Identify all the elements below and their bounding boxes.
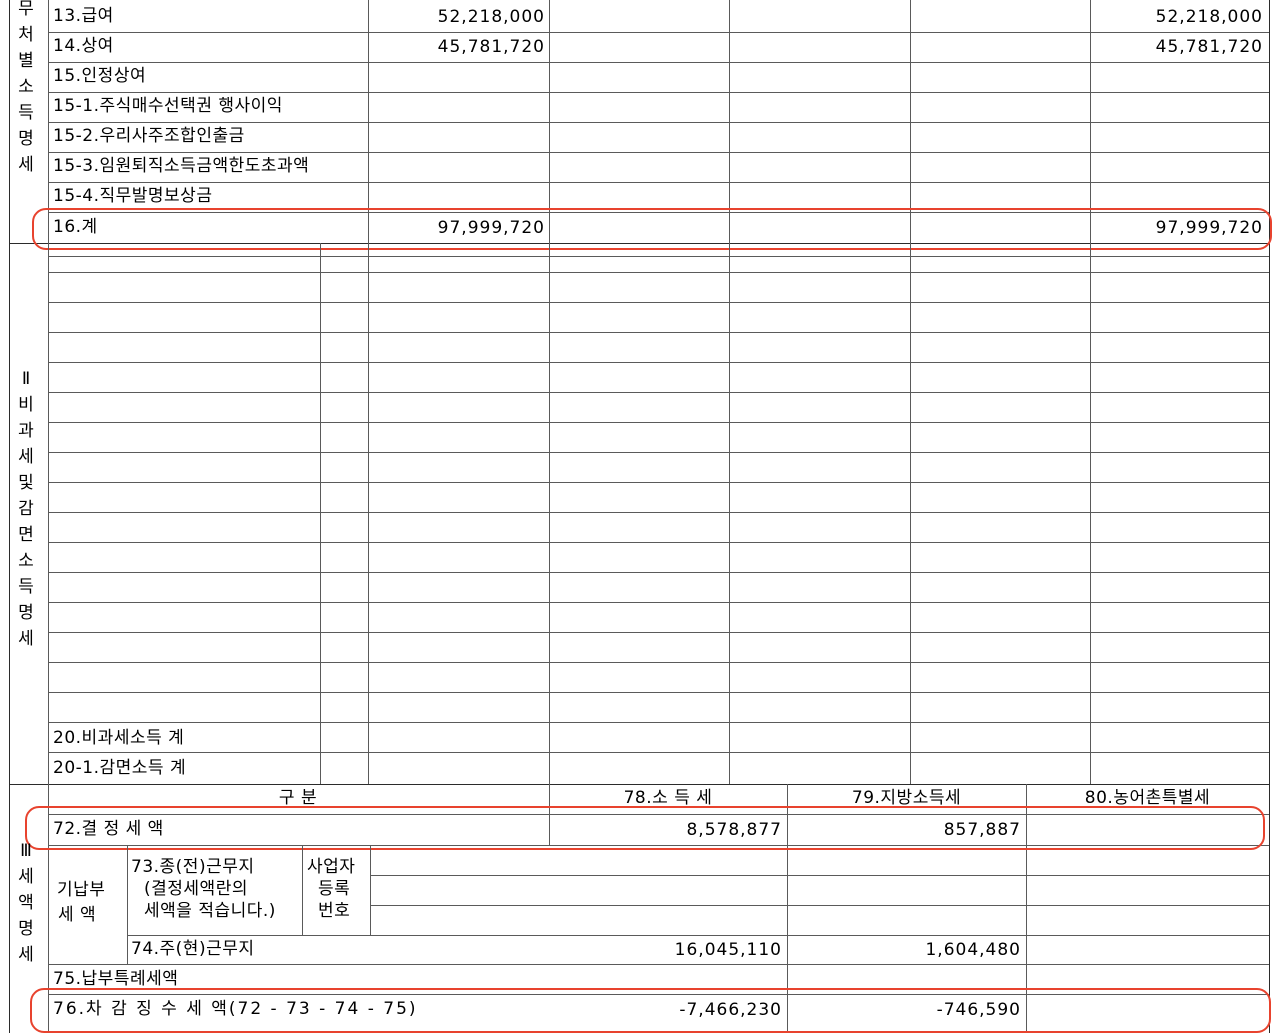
highlight-row-72 (25, 806, 1265, 850)
section1-vertical-label: 무 처 별 소 득 명 세 (15, 0, 37, 178)
row-73-biz-3: 번호 (318, 900, 350, 922)
highlight-row-16 (32, 208, 1272, 250)
row-13-total: 52,218,000 (1094, 6, 1263, 28)
row-74-v78: 16,045,110 (553, 939, 782, 961)
left-border (9, 0, 10, 1033)
row-73-biz-1: 사업자 (307, 856, 355, 878)
row-73-label-3: 세액을 적습니다.) (144, 900, 276, 922)
section2-vertical-label: Ⅱ 비 과 세 및 감 면 소 득 명 세 (15, 366, 37, 652)
row-73-biz-2: 등록 (318, 878, 350, 900)
row-14-amount: 45,781,720 (372, 36, 545, 58)
row-14-total: 45,781,720 (1094, 36, 1263, 58)
row-14-label: 14.상여 (53, 35, 114, 57)
row-74-label: 74.주(현)근무지 (131, 938, 255, 960)
prepaid-label-2: 세 액 (58, 904, 96, 926)
row-15-label: 15.인정상여 (53, 65, 146, 87)
row-15-1-label: 15-1.주식매수선택권 행사이익 (53, 95, 283, 117)
highlight-row-76 (30, 988, 1271, 1033)
section3-vertical-label: Ⅲ 세 액 명 세 (15, 838, 37, 968)
tax-form-sheet: 무 처 별 소 득 명 세 13.급여 52,218,000 52,218,00… (0, 0, 1280, 1033)
row-20-1-label: 20-1.감면소득 계 (53, 757, 186, 779)
row-74-v79: 1,604,480 (791, 939, 1021, 961)
right-border (1269, 0, 1270, 1033)
row-73-label-1: 73.종(전)근무지 (131, 856, 255, 878)
row-15-3-label: 15-3.임원퇴직소득금액한도초과액 (53, 155, 309, 177)
row-20-label: 20.비과세소득 계 (53, 727, 184, 749)
row-13-label: 13.급여 (53, 5, 114, 27)
row-15-4-label: 15-4.직무발명보상금 (53, 185, 212, 207)
prepaid-label-1: 기납부 (57, 879, 105, 901)
row-13-amount: 52,218,000 (372, 6, 545, 28)
row-73-label-2: (결정세액란의 (144, 878, 248, 900)
row-75-label: 75.납부특례세액 (53, 968, 178, 990)
row-15-2-label: 15-2.우리사주조합인출금 (53, 125, 245, 147)
